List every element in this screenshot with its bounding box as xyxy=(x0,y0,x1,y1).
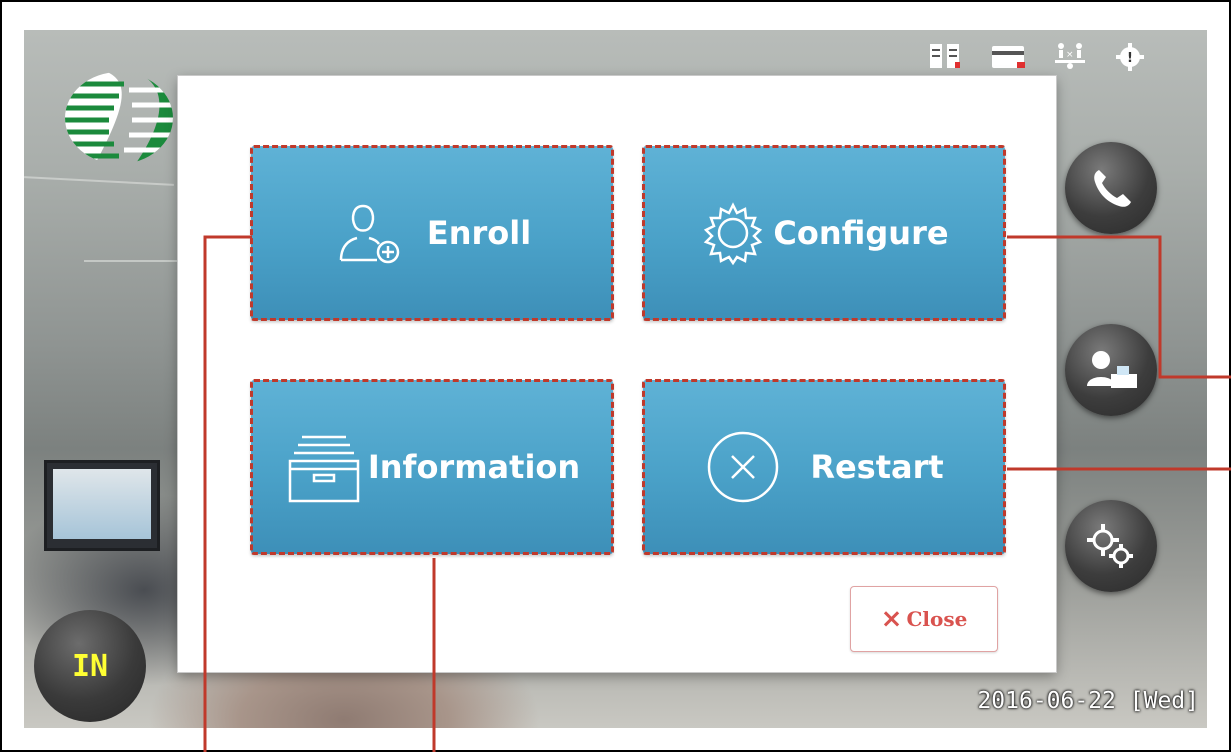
status-bar: × ! xyxy=(929,42,1147,71)
enroll-button[interactable]: Enroll xyxy=(250,145,614,321)
information-button[interactable]: Information xyxy=(250,379,614,555)
svg-text:×: × xyxy=(1066,50,1074,60)
card-icon xyxy=(991,42,1025,70)
mode-label: IN xyxy=(71,648,109,684)
date-display: 2016-06-22 [Wed] xyxy=(977,688,1199,714)
svg-text:!: ! xyxy=(1127,51,1133,66)
enroll-label: Enroll xyxy=(426,214,532,252)
menu-dialog: Enroll Configure Information Restart × C… xyxy=(178,76,1056,672)
mode-in-button[interactable]: IN xyxy=(34,610,146,722)
user-add-icon xyxy=(339,204,400,264)
call-button[interactable] xyxy=(1065,142,1157,234)
restart-button[interactable]: Restart xyxy=(642,379,1006,555)
close-icon: × xyxy=(880,604,903,634)
configure-label: Configure xyxy=(773,214,949,252)
archive-box-icon xyxy=(288,435,360,503)
network-icon: × xyxy=(1053,42,1085,70)
user-desk-icon xyxy=(1087,351,1137,388)
attendance-button[interactable] xyxy=(1065,324,1157,416)
settings-button[interactable] xyxy=(1065,500,1157,592)
server-icon xyxy=(929,42,961,70)
close-label: Close xyxy=(906,607,968,631)
company-logo xyxy=(65,72,173,164)
phone-icon xyxy=(1094,170,1131,207)
circle-x-icon xyxy=(708,431,779,503)
restart-label: Restart xyxy=(810,448,944,486)
gear-icon xyxy=(704,202,763,266)
configure-button[interactable]: Configure xyxy=(642,145,1006,321)
background-monitor xyxy=(44,460,160,551)
alert-gear-icon: ! xyxy=(1115,42,1147,71)
close-button[interactable]: × Close xyxy=(850,586,998,652)
information-label: Information xyxy=(367,448,581,486)
gears-icon xyxy=(1087,524,1133,568)
